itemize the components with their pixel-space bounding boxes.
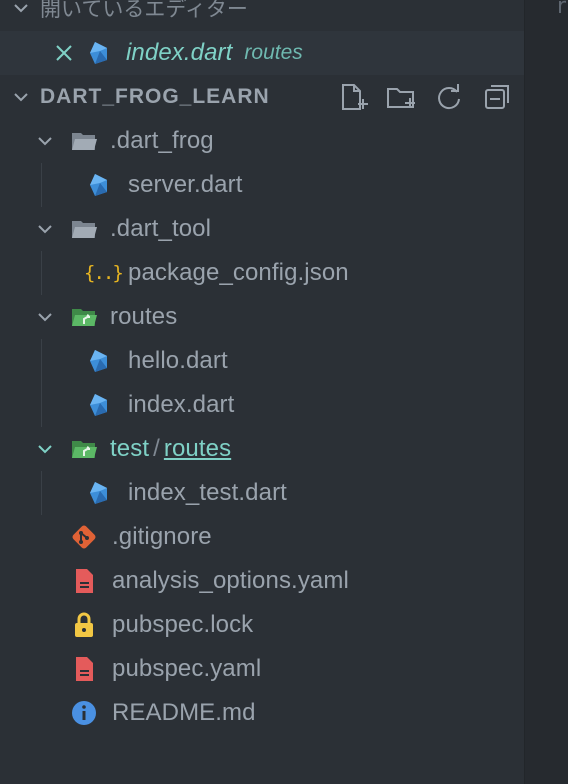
folder-open-icon [72,221,97,238]
dart-file-icon [90,174,107,196]
compact-folder-child[interactable]: routes [164,435,231,463]
tree-item-label: hello.dart [128,347,228,374]
dart-file-icon [90,42,107,64]
explorer-panel: 開いているエディター index.dart routes DART_FROG_L… [0,0,524,784]
open-editors-title: 開いているエディター [40,0,248,21]
tree-item-label: index.dart [128,391,235,418]
new-folder-icon[interactable] [386,82,416,112]
new-file-icon[interactable] [338,82,368,112]
tree-folder-test-routes[interactable]: test / routes [0,427,524,471]
editor-area-edge: r [524,0,568,784]
git-icon [72,525,96,549]
tree-item-label: server.dart [128,171,243,198]
tree-folder-dart-frog[interactable]: .dart_frog [0,119,524,163]
close-icon[interactable] [54,43,74,63]
tree-file-gitignore[interactable]: .gitignore [0,515,524,559]
folder-open-icon [72,133,97,150]
refresh-icon[interactable] [434,82,464,112]
tree-file-index-dart[interactable]: index.dart [0,383,524,427]
chevron-down-icon [14,4,28,13]
open-editor-item[interactable]: index.dart routes [0,31,524,75]
folder-routes-icon [72,309,97,326]
tree-file-pubspec-lock[interactable]: pubspec.lock [0,603,524,647]
tree-item-label: index_test.dart [128,479,287,506]
tree-folder-dart-tool[interactable]: .dart_tool [0,207,524,251]
lock-icon [75,612,93,637]
json-file-icon: {..} [84,262,124,284]
tree-file-hello-dart[interactable]: hello.dart [0,339,524,383]
workspace-root-title: DART_FROG_LEARN [40,85,270,108]
tree-file-readme[interactable]: README.md [0,691,524,735]
info-icon [72,701,96,725]
tree-item-label: .dart_tool [110,215,212,242]
yaml-file-icon [76,569,93,593]
editor-text-fragment: r [557,0,567,19]
open-editor-filename: index.dart [126,39,233,66]
collapse-all-icon[interactable] [482,82,512,112]
tree-file-pubspec-yaml[interactable]: pubspec.yaml [0,647,524,691]
tree-item-label: .dart_frog [110,127,214,154]
open-editors-header[interactable]: 開いているエディター [0,0,524,28]
chevron-down-icon [14,93,28,102]
tree-item-label: analysis_options.yaml [112,567,349,594]
tree-file-package-config[interactable]: {..} package_config.json [0,251,524,295]
tree-folder-routes[interactable]: routes [0,295,524,339]
tree-file-index-test-dart[interactable]: index_test.dart [0,471,524,515]
tree-item-label: pubspec.lock [112,611,254,638]
compact-folder-separator: / [153,435,160,462]
chevron-down-icon [38,445,52,454]
open-editor-folder: routes [244,41,303,64]
dart-file-icon [90,350,107,372]
dart-file-icon [90,482,107,504]
chevron-down-icon [38,225,52,234]
tree-file-analysis-options[interactable]: analysis_options.yaml [0,559,524,603]
tree-item-label: .gitignore [112,523,212,550]
tree-item-label: README.md [112,699,256,726]
tree-item-label: routes [110,303,178,330]
folder-test-icon [72,441,97,458]
tree-file-server-dart[interactable]: server.dart [0,163,524,207]
tree-item-label: pubspec.yaml [112,655,262,682]
tree-item-label: package_config.json [128,259,349,286]
chevron-down-icon [38,137,52,146]
chevron-down-icon [38,313,52,322]
yaml-file-icon [76,657,93,681]
tree-item-label: test [110,435,150,462]
dart-file-icon [90,394,107,416]
